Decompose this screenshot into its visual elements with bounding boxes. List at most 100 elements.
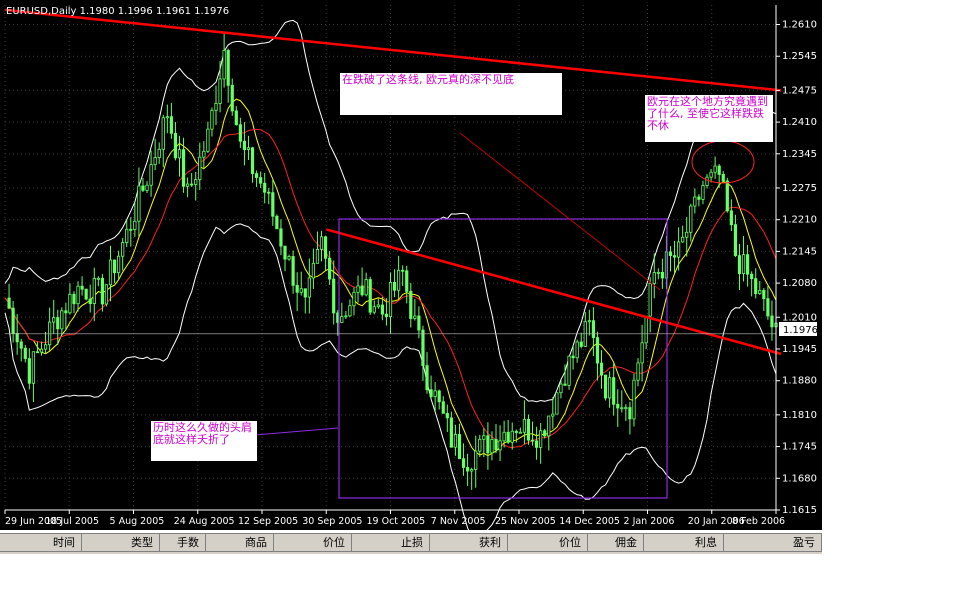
- y-tick-label: 1.1810: [782, 410, 817, 421]
- candle-body: [510, 430, 514, 443]
- candle-body: [482, 435, 486, 440]
- x-tick-label: 19 Oct 2005: [367, 516, 426, 527]
- terminal-header: 时间 类型 手数 商品 价位 止损 获利 价位 佣金 利息 盈亏: [0, 533, 822, 554]
- candle-body: [457, 434, 462, 460]
- candle-body: [551, 413, 555, 417]
- candle-body: [758, 290, 762, 295]
- x-tick-label: 7 Nov 2005: [431, 516, 486, 527]
- x-tick-label: 12 Sep 2005: [238, 516, 298, 527]
- y-tick-label: 1.1680: [782, 473, 817, 484]
- annotation-note-2: 欧元在这个地方究竟遇到了什么, 至使它这样跌跌不休: [645, 95, 773, 142]
- col-commission[interactable]: 佣金: [588, 534, 644, 552]
- candle-body: [478, 438, 482, 452]
- candle-body: [681, 236, 685, 243]
- candle-body: [68, 293, 72, 314]
- candle-body: [465, 467, 470, 472]
- candle-body: [43, 344, 48, 350]
- candle-body: [234, 110, 238, 126]
- candle-body: [340, 316, 344, 323]
- candle-body: [640, 342, 644, 364]
- y-tick-label: 1.2010: [782, 312, 817, 323]
- candle-body: [530, 439, 535, 442]
- candle-body: [173, 132, 178, 159]
- candle-body: [117, 255, 121, 274]
- candle-body: [579, 341, 583, 347]
- candle-body: [360, 285, 364, 296]
- candle-body: [295, 284, 299, 293]
- candle-body: [612, 377, 616, 405]
- candle-body: [198, 156, 202, 180]
- candle-body: [226, 49, 230, 86]
- candle-body: [648, 283, 652, 317]
- candle-body: [80, 285, 84, 290]
- y-tick-label: 1.2080: [782, 278, 817, 289]
- candle-body: [238, 124, 242, 142]
- candle-body: [624, 407, 628, 409]
- candle-body: [652, 272, 656, 284]
- candle-body: [263, 182, 267, 193]
- candle-body: [31, 351, 36, 384]
- candle-body: [425, 365, 429, 391]
- candle-body: [108, 259, 113, 286]
- y-tick-label: 1.2145: [782, 246, 817, 257]
- candle-body: [591, 320, 595, 338]
- candle-body: [323, 236, 328, 259]
- candle-body: [283, 245, 287, 260]
- col-swap[interactable]: 利息: [644, 534, 724, 552]
- candle-body: [689, 205, 693, 233]
- candle-body: [315, 248, 320, 264]
- candle-body: [417, 315, 421, 331]
- candle-body: [575, 341, 579, 359]
- y-tick-label: 1.2345: [782, 149, 817, 160]
- candle-body: [19, 341, 23, 349]
- col-symbol[interactable]: 商品: [206, 534, 274, 552]
- candle-body: [186, 183, 190, 187]
- candle-body: [84, 288, 88, 300]
- x-axis: 29 Jun 200518 Jul 2005 5 Aug 2005 24 Aug 2…: [4, 509, 785, 527]
- candle-body: [587, 320, 591, 323]
- candle-body: [121, 242, 125, 257]
- candle-body: [259, 177, 263, 184]
- col-time[interactable]: 时间: [0, 534, 82, 552]
- candle-body: [656, 272, 660, 274]
- candle-body: [271, 192, 275, 217]
- candle-body: [194, 179, 198, 185]
- col-stoploss[interactable]: 止损: [352, 534, 430, 552]
- candle-body: [725, 180, 729, 212]
- x-tick-label: 8 Feb 2006: [732, 516, 785, 527]
- col-price-2[interactable]: 价位: [508, 534, 588, 552]
- candle-body: [628, 407, 632, 420]
- candle-body: [486, 435, 490, 454]
- candle-body: [506, 431, 510, 443]
- annotation-note-1: 在跌破了这条线, 欧元真的深不见底: [340, 73, 562, 115]
- col-type[interactable]: 类型: [82, 534, 160, 552]
- candle-body: [181, 149, 186, 187]
- candle-body: [470, 469, 474, 472]
- candle-body: [388, 282, 393, 318]
- candle-body: [27, 358, 31, 384]
- candle-body: [433, 390, 437, 397]
- candle-body: [608, 377, 612, 399]
- col-lots[interactable]: 手数: [160, 534, 206, 552]
- col-takeprofit[interactable]: 获利: [430, 534, 508, 552]
- col-price[interactable]: 价位: [274, 534, 352, 552]
- y-tick-label: 1.1615: [782, 505, 817, 516]
- candle-body: [161, 117, 165, 150]
- candle-body: [125, 228, 129, 244]
- note3-pointer-line: [254, 427, 339, 436]
- candle-body: [210, 109, 214, 130]
- candle-body: [750, 273, 754, 280]
- candle-body: [141, 185, 145, 191]
- candle-body: [52, 317, 56, 323]
- candle-body: [344, 315, 348, 318]
- candle-body: [429, 389, 433, 397]
- col-profit[interactable]: 盈亏: [724, 534, 822, 552]
- candle-body: [153, 157, 157, 166]
- candle-body: [133, 220, 137, 230]
- candle-body: [39, 348, 44, 353]
- candle-body: [559, 383, 563, 394]
- candle-body: [534, 440, 539, 448]
- candle-body: [701, 185, 705, 200]
- candle-body: [222, 49, 226, 80]
- candle-body: [287, 256, 291, 260]
